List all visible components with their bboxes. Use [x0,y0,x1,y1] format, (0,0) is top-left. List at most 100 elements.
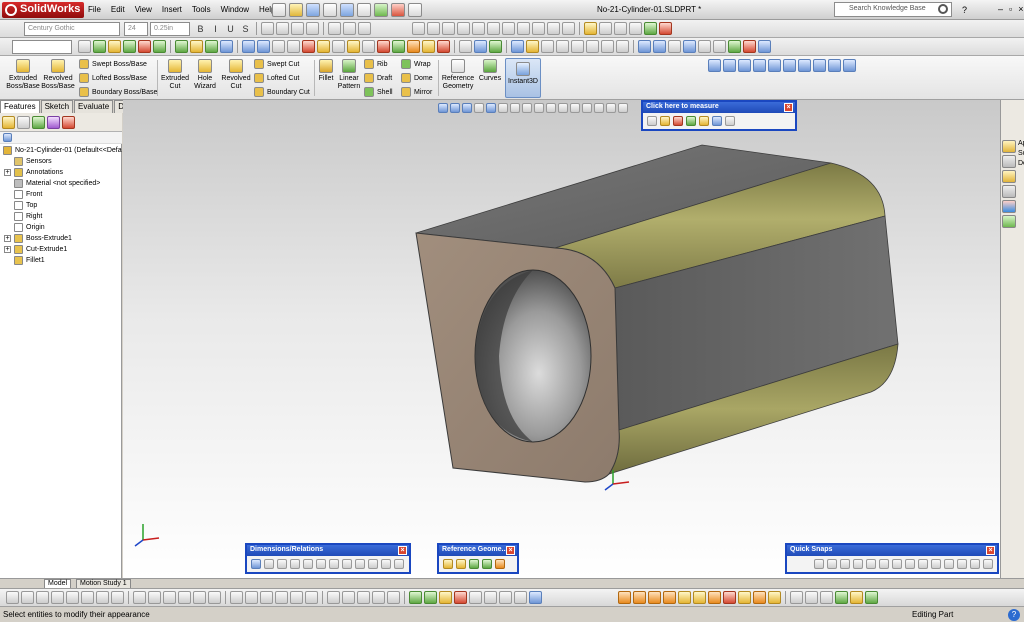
expand-icon[interactable] [725,116,735,126]
btm-tool-24-icon[interactable] [372,591,385,604]
menu-insert[interactable]: Insert [162,5,182,14]
split-icon[interactable] [517,22,530,35]
tab-sketch[interactable]: Sketch [40,100,74,113]
scan-equal-icon[interactable] [355,559,365,569]
offset-icon[interactable] [407,40,420,53]
filter-icon[interactable] [3,133,12,142]
grid-icon[interactable] [427,22,440,35]
tree-item[interactable]: Material <not specified> [0,178,122,189]
hole-wizard-button[interactable]: Hole Wizard [191,59,219,91]
view-right-icon[interactable] [586,40,599,53]
view-top-icon[interactable] [601,40,614,53]
chamfer-icon[interactable] [138,40,151,53]
btm-tool-2-icon[interactable] [21,591,34,604]
plane-small-icon[interactable] [190,40,203,53]
btm-tool-33-icon[interactable] [514,591,527,604]
lofted-cut-button[interactable]: Lofted Cut [254,73,299,83]
point-snap-icon[interactable] [814,559,824,569]
view-cube-8-icon[interactable] [828,59,841,72]
btm-tool-3-icon[interactable] [36,591,49,604]
bold-icon[interactable]: B [194,22,207,35]
view-cube-1-icon[interactable] [723,59,736,72]
btm-feature-7-icon[interactable] [708,591,721,604]
table-icon[interactable] [412,22,425,35]
note-icon[interactable] [599,22,612,35]
view-cube-3-icon[interactable] [753,59,766,72]
btm-tool-19-icon[interactable] [290,591,303,604]
tab-evaluate[interactable]: Evaluate [74,100,114,113]
ref-point-icon[interactable] [482,559,492,569]
cell-icon[interactable] [487,22,500,35]
smart-dim-icon[interactable] [251,559,261,569]
btm-tool-31-icon[interactable] [484,591,497,604]
btm-feature-13-icon[interactable] [805,591,818,604]
btm-feature-1-icon[interactable] [618,591,631,604]
close-icon[interactable]: × [986,546,995,555]
arc-icon[interactable] [302,40,315,53]
open-folder-icon[interactable] [289,3,303,17]
curve-small-icon[interactable] [205,40,218,53]
draft-button[interactable]: Draft [364,73,392,83]
horizontal-snap-icon[interactable] [931,559,941,569]
part-model[interactable] [123,100,1000,578]
measure-history-icon[interactable] [699,116,709,126]
expand-icon[interactable]: + [4,235,11,242]
dimxpert-manager-icon[interactable] [47,116,60,129]
appearances-icon[interactable] [1002,200,1016,213]
layout-icon[interactable] [442,22,455,35]
parallel-snap-icon[interactable] [918,559,928,569]
btm-feature-3-icon[interactable] [648,591,661,604]
btm-feature-2-icon[interactable] [633,591,646,604]
units-icon[interactable] [660,116,670,126]
align-left-icon[interactable] [261,22,274,35]
center-snap-icon[interactable] [827,559,837,569]
configuration-manager-icon[interactable] [32,116,45,129]
btm-tool-23-icon[interactable] [357,591,370,604]
expand-icon[interactable]: + [4,169,11,176]
btm-tool-18-icon[interactable] [275,591,288,604]
grid-snap-icon[interactable] [970,559,980,569]
tree-item[interactable]: + Annotations [0,167,122,178]
design-library-icon[interactable] [1002,155,1016,168]
add-relation-icon[interactable] [329,559,339,569]
font-size-select[interactable]: 24 [124,22,148,36]
rotate-text-icon[interactable] [328,22,341,35]
btm-feature-12-icon[interactable] [790,591,803,604]
relations-icon[interactable] [437,40,450,53]
chamfer-dim-icon[interactable] [316,559,326,569]
tree-item[interactable]: + Cut-Extrude1 [0,244,122,255]
quick-snaps-header[interactable]: Quick Snaps × [787,545,997,556]
mirror-button[interactable]: Mirror [401,87,432,97]
plane-icon[interactable] [443,559,453,569]
btm-tool-7-icon[interactable] [96,591,109,604]
view-cube-5-icon[interactable] [783,59,796,72]
minimize-icon[interactable]: – [998,4,1003,14]
justify-icon[interactable] [306,22,319,35]
btm-feature-11-icon[interactable] [768,591,781,604]
btm-tool-29-icon[interactable] [454,591,467,604]
intersection-snap-icon[interactable] [866,559,876,569]
edit-appearance-icon[interactable] [728,40,741,53]
display-style-icon[interactable] [698,40,711,53]
measure-toolbar-header[interactable]: Click here to measure × [643,102,795,113]
hide-show-icon[interactable] [713,40,726,53]
btm-tool-10-icon[interactable] [148,591,161,604]
quadrant-snap-icon[interactable] [853,559,863,569]
rectangle-icon[interactable] [272,40,285,53]
btm-feature-14-icon[interactable] [820,591,833,604]
view-settings-icon[interactable] [758,40,771,53]
property-manager-icon[interactable] [17,116,30,129]
view-cube-7-icon[interactable] [813,59,826,72]
measure-arc-icon[interactable] [647,116,657,126]
view-cube-9-icon[interactable] [843,59,856,72]
baseline-dim-icon[interactable] [290,559,300,569]
align-right-icon[interactable] [291,22,304,35]
line-icon[interactable] [257,40,270,53]
btm-tool-8-icon[interactable] [111,591,124,604]
revolved-boss-button[interactable]: Revolved Boss/Base [41,59,75,91]
menu-edit[interactable]: Edit [111,5,125,14]
btm-tool-1-icon[interactable] [6,591,19,604]
sigma-icon[interactable] [332,40,345,53]
tree-item[interactable]: Origin [0,222,122,233]
linear-pattern-button[interactable]: Linear Pattern [336,59,362,91]
